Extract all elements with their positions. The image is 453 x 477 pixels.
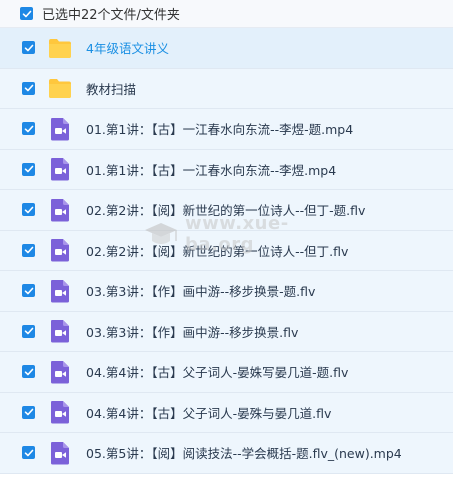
check-icon [24,246,33,254]
file-row[interactable]: 03.第3讲：【作】画中游--移步换景.flv [0,311,453,352]
file-name[interactable]: 01.第1讲：【古】一江春水向东流--李煜.mp4 [86,160,336,179]
file-name[interactable]: 04.第4讲：【古】父子词人-晏殊与晏几道.flv [86,403,331,422]
check-icon [24,44,33,52]
check-icon [24,449,33,457]
file-name[interactable]: 03.第3讲：【作】画中游--移步换景-题.flv [86,281,315,300]
file-row[interactable]: 02.第2讲：【阅】新世纪的第一位诗人--但丁.flv [0,230,453,271]
row-checkbox[interactable] [22,203,35,217]
row-checkbox[interactable] [22,365,35,379]
check-icon [24,206,33,214]
video-file-icon [47,318,73,344]
row-checkbox[interactable] [22,122,35,136]
video-file-icon [47,359,73,385]
video-file-icon [47,116,73,142]
file-selection-panel: 已选中22个文件/文件夹 4年级语文讲义 教材扫描 01.第1讲：【古】一江春水向东… [0,0,453,477]
row-checkbox[interactable] [22,243,35,257]
file-name[interactable]: 04.第4讲：【古】父子词人-晏姝写晏几道-题.flv [86,362,348,381]
video-file-icon [47,237,73,263]
video-file-icon [47,440,73,466]
check-icon [22,10,31,17]
file-name[interactable]: 02.第2讲：【阅】新世纪的第一位诗人--但丁.flv [86,241,348,260]
file-name[interactable]: 01.第1讲：【古】一江春水向东流--李煜-题.mp4 [86,119,353,138]
row-checkbox[interactable] [22,284,35,298]
check-icon [24,368,33,376]
row-checkbox[interactable] [22,446,35,460]
selection-summary: 已选中22个文件/文件夹 [42,8,180,23]
folder-row[interactable]: 4年级语文讲义 [0,28,453,69]
video-file-icon [47,399,73,425]
row-checkbox[interactable] [22,41,35,55]
selection-header: 已选中22个文件/文件夹 [0,0,453,28]
folder-row[interactable]: 教材扫描 [0,68,453,109]
check-icon [24,165,33,173]
row-checkbox[interactable] [22,405,35,419]
file-name[interactable]: 05.第5讲：【阅】阅读技法--学会概括-题.flv_(new).mp4 [86,443,402,462]
row-checkbox[interactable] [22,324,35,338]
check-icon [24,408,33,416]
file-row[interactable]: 01.第1讲：【古】一江春水向东流--李煜.mp4 [0,149,453,190]
check-icon [24,84,33,92]
file-name[interactable]: 02.第2讲：【阅】新世纪的第一位诗人--但丁-题.flv [86,200,365,219]
check-icon [24,125,33,133]
file-row[interactable]: 04.第4讲：【古】父子词人-晏姝写晏几道-题.flv [0,352,453,393]
check-icon [24,327,33,335]
check-icon [24,287,33,295]
folder-icon [47,35,73,61]
video-file-icon [47,278,73,304]
video-file-icon [47,197,73,223]
row-checkbox[interactable] [22,81,35,95]
file-name[interactable]: 4年级语文讲义 [86,38,169,57]
file-row[interactable]: 02.第2讲：【阅】新世纪的第一位诗人--但丁-题.flv [0,190,453,231]
video-file-icon [47,156,73,182]
file-row[interactable]: 01.第1讲：【古】一江春水向东流--李煜-题.mp4 [0,109,453,150]
file-name[interactable]: 03.第3讲：【作】画中游--移步换景.flv [86,322,298,341]
select-all-checkbox[interactable] [20,7,33,20]
row-checkbox[interactable] [22,162,35,176]
file-row[interactable]: 03.第3讲：【作】画中游--移步换景-题.flv [0,271,453,312]
file-name[interactable]: 教材扫描 [86,79,136,98]
file-row[interactable]: 05.第5讲：【阅】阅读技法--学会概括-题.flv_(new).mp4 [0,433,453,474]
folder-icon [47,75,73,101]
file-row[interactable]: 04.第4讲：【古】父子词人-晏殊与晏几道.flv [0,392,453,433]
file-list: 4年级语文讲义 教材扫描 01.第1讲：【古】一江春水向东流--李煜-题.mp4 01… [0,28,453,477]
